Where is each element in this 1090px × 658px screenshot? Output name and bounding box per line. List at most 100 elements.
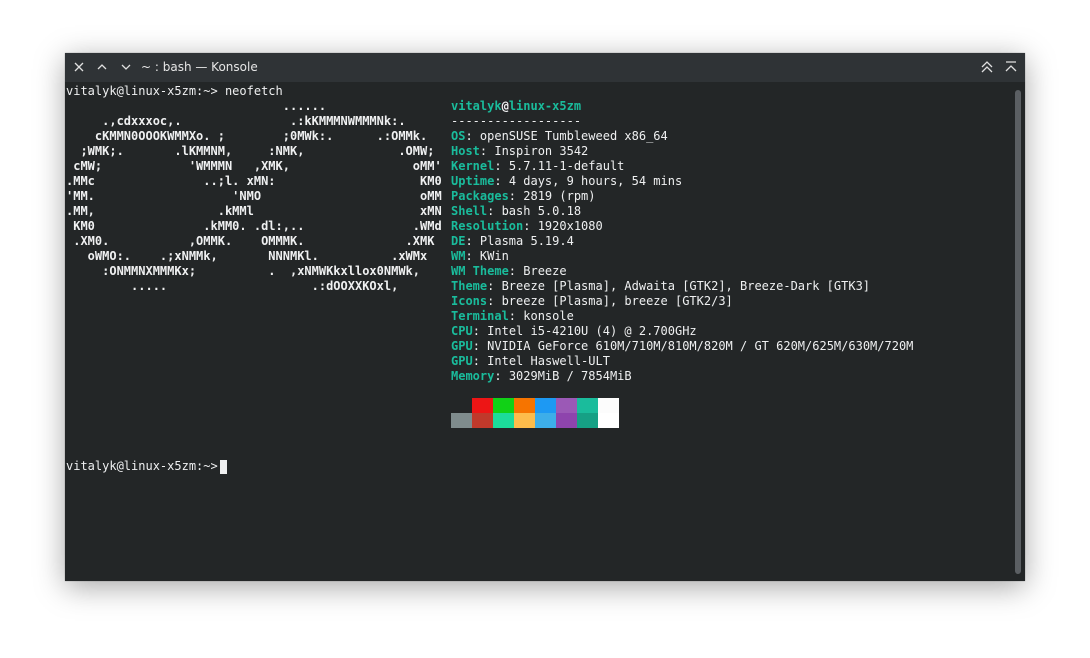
info-colon: : bbox=[472, 339, 488, 353]
close-button[interactable] bbox=[69, 57, 89, 77]
logo-line: 'MM. 'NMO oMM bbox=[66, 189, 442, 203]
prompt-line: vitalyk@linux-x5zm:~> neofetch bbox=[66, 84, 283, 98]
info-row: Shell: bash 5.0.18 bbox=[451, 204, 581, 219]
info-colon: : bbox=[508, 189, 524, 203]
info-key: WM bbox=[451, 249, 466, 263]
color-swatch bbox=[556, 413, 577, 428]
info-colon: : bbox=[494, 369, 509, 383]
info-row: GPU: NVIDIA GeForce 610M/710M/810M/820M … bbox=[451, 339, 913, 354]
info-colon: : bbox=[487, 279, 502, 293]
minimize-button[interactable] bbox=[116, 57, 136, 77]
info-value: 4 days, 9 hours, 54 mins bbox=[508, 174, 683, 188]
info-row: CPU: Intel i5-4210U (4) @ 2.700GHz bbox=[451, 324, 697, 339]
scrollbar-thumb[interactable] bbox=[1015, 90, 1021, 574]
info-key: GPU bbox=[451, 354, 473, 368]
color-swatch bbox=[514, 413, 535, 428]
info-row: WM: KWin bbox=[451, 249, 509, 264]
color-swatch bbox=[472, 413, 493, 428]
info-colon: : bbox=[487, 294, 502, 308]
info-value: Intel i5-4210U (4) @ 2.700GHz bbox=[487, 324, 697, 338]
info-value: konsole bbox=[523, 309, 574, 323]
color-swatch bbox=[577, 398, 598, 413]
info-row: Packages: 2819 (rpm) bbox=[451, 189, 596, 204]
info-colon: : bbox=[494, 174, 509, 188]
color-swatch bbox=[514, 398, 535, 413]
scrollbar[interactable] bbox=[1011, 82, 1025, 581]
info-value: Breeze bbox=[523, 264, 567, 278]
terminal-area[interactable]: vitalyk@linux-x5zm:~> neofetch ...... .,… bbox=[65, 82, 1025, 581]
info-row: GPU: Intel Haswell-ULT bbox=[451, 354, 610, 369]
final-prompt: vitalyk@linux-x5zm:~> bbox=[66, 459, 225, 473]
logo-line: .,cdxxxoc,. .:kKMMMNWMMMNk:. bbox=[66, 114, 406, 128]
logo-line: cMW; 'WMMMN ,XMK, oMM' bbox=[66, 159, 442, 173]
shade-button[interactable] bbox=[1001, 57, 1021, 77]
info-value: Plasma 5.19.4 bbox=[479, 234, 574, 248]
info-row: Theme: Breeze [Plasma], Adwaita [GTK2], … bbox=[451, 279, 870, 294]
logo-line: .MMc ..;l. xMN: KM0 bbox=[66, 174, 442, 188]
separator: ------------------ bbox=[451, 114, 582, 128]
color-swatch bbox=[535, 413, 556, 428]
chevron-up-icon bbox=[97, 64, 107, 70]
info-key: Icons bbox=[451, 294, 488, 308]
info-key: Theme bbox=[451, 279, 488, 293]
window-title: ~ : bash — Konsole bbox=[141, 60, 258, 74]
info-colon: : bbox=[465, 129, 480, 143]
host-name: linux-x5zm bbox=[508, 99, 582, 113]
info-row: WM Theme: Breeze bbox=[451, 264, 567, 279]
info-colon: : bbox=[465, 234, 480, 248]
logo-line: ..... .:dOOXXKOxl, bbox=[66, 279, 399, 293]
info-row: Icons: breeze [Plasma], breeze [GTK2/3] bbox=[451, 294, 733, 309]
info-value: KWin bbox=[479, 249, 509, 263]
color-swatch bbox=[556, 398, 577, 413]
color-swatch bbox=[451, 398, 472, 413]
info-row: Memory: 3029MiB / 7854MiB bbox=[451, 369, 632, 384]
info-colon: : bbox=[508, 309, 524, 323]
info-key: Kernel bbox=[451, 159, 495, 173]
chevron-down-icon bbox=[121, 64, 131, 70]
info-value: 5.7.11-1-default bbox=[508, 159, 625, 173]
color-swatch bbox=[598, 413, 619, 428]
info-colon: : bbox=[487, 204, 502, 218]
text-cursor bbox=[220, 460, 227, 474]
info-key: GPU bbox=[451, 339, 473, 353]
color-swatch bbox=[577, 413, 598, 428]
logo-line: oWMO:. .;xNMMk, NNNMKl. .xWMx bbox=[66, 249, 428, 263]
konsole-window: ~ : bash — Konsole vitalyk@linux-x5zm:~>… bbox=[65, 53, 1025, 581]
info-value: 1920x1080 bbox=[537, 219, 603, 233]
info-row: Terminal: konsole bbox=[451, 309, 574, 324]
info-value: 2819 (rpm) bbox=[523, 189, 596, 203]
info-key: OS bbox=[451, 129, 466, 143]
logo-line: .MM, .kMMl xMN bbox=[66, 204, 442, 218]
keep-above-button[interactable] bbox=[977, 57, 997, 77]
info-value: Intel Haswell-ULT bbox=[487, 354, 610, 368]
info-key: Shell bbox=[451, 204, 488, 218]
info-value: NVIDIA GeForce 610M/710M/810M/820M / GT … bbox=[487, 339, 914, 353]
info-key: DE bbox=[451, 234, 466, 248]
info-row: Uptime: 4 days, 9 hours, 54 mins bbox=[451, 174, 682, 189]
info-key: Packages bbox=[451, 189, 509, 203]
info-colon: : bbox=[465, 249, 480, 263]
info-value: Breeze [Plasma], Adwaita [GTK2], Breeze-… bbox=[501, 279, 871, 293]
color-swatch bbox=[493, 398, 514, 413]
info-value: Inspiron 3542 bbox=[494, 144, 589, 158]
info-key: WM Theme bbox=[451, 264, 509, 278]
info-value: openSUSE Tumbleweed x86_64 bbox=[479, 129, 668, 143]
info-key: Memory bbox=[451, 369, 495, 383]
maximize-button[interactable] bbox=[92, 57, 112, 77]
double-chevron-up-icon bbox=[981, 61, 993, 73]
info-key: Uptime bbox=[451, 174, 495, 188]
color-swatch bbox=[598, 398, 619, 413]
logo-line: ;WMK;. .lKMMNM, :NMK, .OMW; bbox=[66, 144, 435, 158]
info-key: Host bbox=[451, 144, 480, 158]
info-key: Resolution bbox=[451, 219, 524, 233]
logo-line: cKMMN0OOOKWMMXo. ; ;0MWk:. .:OMMk. bbox=[66, 129, 428, 143]
titlebar[interactable]: ~ : bash — Konsole bbox=[65, 53, 1025, 82]
info-row: Kernel: 5.7.11-1-default bbox=[451, 159, 624, 174]
logo-line: KM0 .kMM0. .dl:,.. .WMd bbox=[66, 219, 442, 233]
user-name: vitalyk bbox=[451, 99, 502, 113]
color-swatch bbox=[451, 413, 472, 428]
info-key: Terminal bbox=[451, 309, 509, 323]
info-colon: : bbox=[523, 219, 538, 233]
shade-icon bbox=[1005, 61, 1017, 72]
color-swatch bbox=[493, 413, 514, 428]
